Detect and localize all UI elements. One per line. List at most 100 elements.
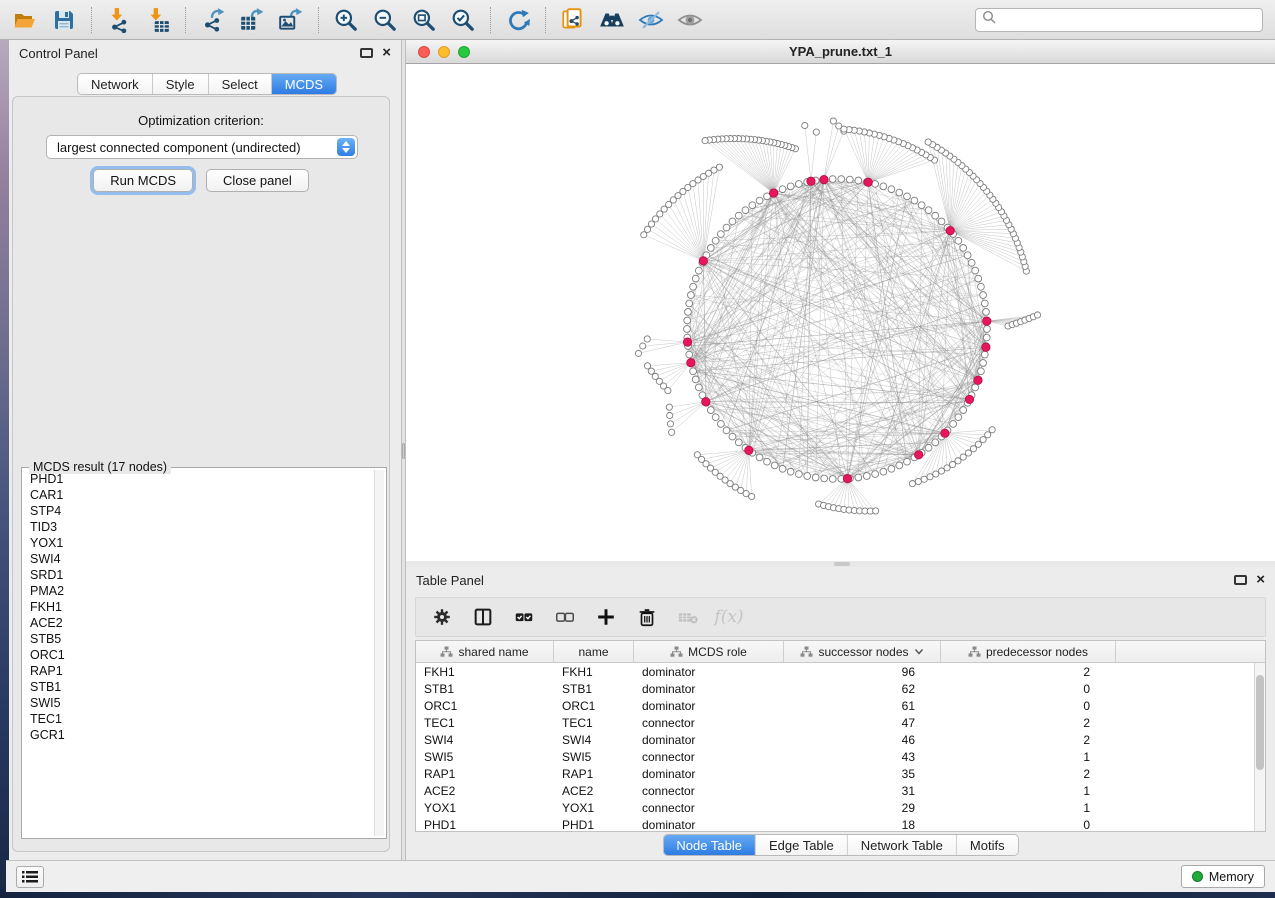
select-all-rows-icon[interactable] <box>512 605 536 629</box>
mcds-result-item[interactable]: SWI4 <box>25 551 373 567</box>
table-panel: Table Panel × <box>406 567 1275 860</box>
tab-style[interactable]: Style <box>153 74 209 94</box>
mcds-result-item[interactable]: STB1 <box>25 679 373 695</box>
window-close-icon[interactable] <box>418 46 430 58</box>
mcds-result-item[interactable]: RAP1 <box>25 663 373 679</box>
float-table-panel-icon[interactable] <box>1234 575 1247 585</box>
table-browser-tabs: Node TableEdge TableNetwork TableMotifs <box>662 834 1018 856</box>
table-row[interactable]: ACE2ACE2connector311 <box>416 782 1265 799</box>
mcds-result-item[interactable]: ORC1 <box>25 647 373 663</box>
close-panel-icon[interactable]: × <box>382 47 391 59</box>
hide-graphics-details-icon[interactable] <box>636 6 666 34</box>
show-graphics-details-icon[interactable] <box>675 6 705 34</box>
import-network-icon[interactable] <box>104 6 134 34</box>
vertical-splitter-handle[interactable] <box>402 443 405 459</box>
window-maximize-icon[interactable] <box>458 46 470 58</box>
task-history-button[interactable] <box>16 866 44 888</box>
import-table-icon[interactable] <box>143 6 173 34</box>
column-header-predecessor-nodes[interactable]: predecessor nodes <box>941 641 1116 662</box>
mcds-result-item[interactable]: PMA2 <box>25 583 373 599</box>
table-cell: 1 <box>941 784 1116 798</box>
tab-node-table[interactable]: Node Table <box>663 835 756 855</box>
network-from-file-icon[interactable] <box>558 6 588 34</box>
table-cell: dominator <box>634 699 784 713</box>
tab-edge-table[interactable]: Edge Table <box>756 835 848 855</box>
table-cell: 62 <box>784 682 941 696</box>
window-minimize-icon[interactable] <box>438 46 450 58</box>
create-column-icon[interactable] <box>594 605 618 629</box>
table-panel-title: Table Panel <box>416 573 484 588</box>
mcds-result-item[interactable]: PHD1 <box>25 471 373 487</box>
horizontal-splitter-handle[interactable] <box>834 562 850 566</box>
show-columns-icon[interactable] <box>471 605 495 629</box>
table-cell: TEC1 <box>554 716 634 730</box>
zoom-fit-icon[interactable] <box>409 6 439 34</box>
mcds-result-item[interactable]: YOX1 <box>25 535 373 551</box>
table-row[interactable]: SWI4SWI4dominator462 <box>416 731 1265 748</box>
tab-network-table[interactable]: Network Table <box>848 835 957 855</box>
table-cell: connector <box>634 750 784 764</box>
mcds-result-item[interactable]: FKH1 <box>25 599 373 615</box>
table-row[interactable]: FKH1FKH1dominator962 <box>416 663 1265 680</box>
zoom-in-icon[interactable] <box>331 6 361 34</box>
table-row[interactable]: ORC1ORC1dominator610 <box>416 697 1265 714</box>
table-cell: SWI4 <box>554 733 634 747</box>
function-builder-icon[interactable]: f(x) <box>717 605 741 629</box>
float-panel-icon[interactable] <box>360 48 373 58</box>
table-row[interactable]: PHD1PHD1dominator180 <box>416 816 1265 833</box>
table-row[interactable]: YOX1YOX1connector291 <box>416 799 1265 816</box>
delete-table-icon[interactable] <box>676 605 700 629</box>
export-image-icon[interactable] <box>276 6 306 34</box>
zoom-selected-icon[interactable] <box>448 6 478 34</box>
column-header-successor-nodes[interactable]: successor nodes <box>784 641 941 662</box>
toolbar-separator <box>490 7 491 33</box>
column-header-shared-name[interactable]: shared name <box>416 641 554 662</box>
search-box[interactable] <box>975 8 1263 32</box>
run-mcds-button[interactable]: Run MCDS <box>93 169 193 192</box>
open-file-icon[interactable] <box>10 6 40 34</box>
mcds-result-item[interactable]: ACE2 <box>25 615 373 631</box>
table-row[interactable]: TEC1TEC1connector472 <box>416 714 1265 731</box>
export-table-icon[interactable] <box>237 6 267 34</box>
tab-mcds[interactable]: MCDS <box>272 74 336 94</box>
mcds-result-item[interactable]: STP4 <box>25 503 373 519</box>
close-table-panel-icon[interactable]: × <box>1256 574 1265 586</box>
search-input[interactable] <box>1001 13 1256 27</box>
column-header-name[interactable]: name <box>554 641 634 662</box>
tab-select[interactable]: Select <box>209 74 272 94</box>
mcds-result-item[interactable]: TEC1 <box>25 711 373 727</box>
mcds-result-item[interactable]: GCR1 <box>25 727 373 743</box>
mcds-list-scrollbar[interactable] <box>374 470 384 836</box>
table-settings-gear-icon[interactable] <box>430 605 454 629</box>
delete-column-trash-icon[interactable] <box>635 605 659 629</box>
search-windows-icon[interactable] <box>597 6 627 34</box>
save-session-icon[interactable] <box>49 6 79 34</box>
mcds-result-item[interactable]: STB5 <box>25 631 373 647</box>
table-row[interactable]: SWI5SWI5connector431 <box>416 748 1265 765</box>
table-scrollbar-thumb[interactable] <box>1256 675 1264 770</box>
table-cell: 1 <box>941 750 1116 764</box>
tab-motifs[interactable]: Motifs <box>957 835 1018 855</box>
control-panel-title: Control Panel <box>19 46 98 61</box>
memory-button[interactable]: Memory <box>1181 865 1265 888</box>
table-panel-header: Table Panel × <box>406 567 1275 593</box>
table-scrollbar[interactable] <box>1254 663 1265 831</box>
refresh-view-icon[interactable] <box>503 6 533 34</box>
status-bar: Memory <box>6 860 1275 892</box>
close-panel-button[interactable]: Close panel <box>206 169 309 192</box>
table-cell: STB1 <box>554 682 634 696</box>
tab-network[interactable]: Network <box>78 74 153 94</box>
mcds-result-item[interactable]: SWI5 <box>25 695 373 711</box>
table-row[interactable]: RAP1RAP1dominator352 <box>416 765 1265 782</box>
network-window-title: YPA_prune.txt_1 <box>789 44 892 59</box>
mcds-result-item[interactable]: SRD1 <box>25 567 373 583</box>
network-canvas[interactable] <box>406 64 1275 561</box>
mcds-result-item[interactable]: CAR1 <box>25 487 373 503</box>
export-network-icon[interactable] <box>198 6 228 34</box>
column-header-MCDS-role[interactable]: MCDS role <box>634 641 784 662</box>
table-row[interactable]: STB1STB1dominator620 <box>416 680 1265 697</box>
zoom-out-icon[interactable] <box>370 6 400 34</box>
deselect-all-rows-icon[interactable] <box>553 605 577 629</box>
criterion-dropdown[interactable]: largest connected component (undirected) <box>46 135 358 159</box>
mcds-result-item[interactable]: TID3 <box>25 519 373 535</box>
